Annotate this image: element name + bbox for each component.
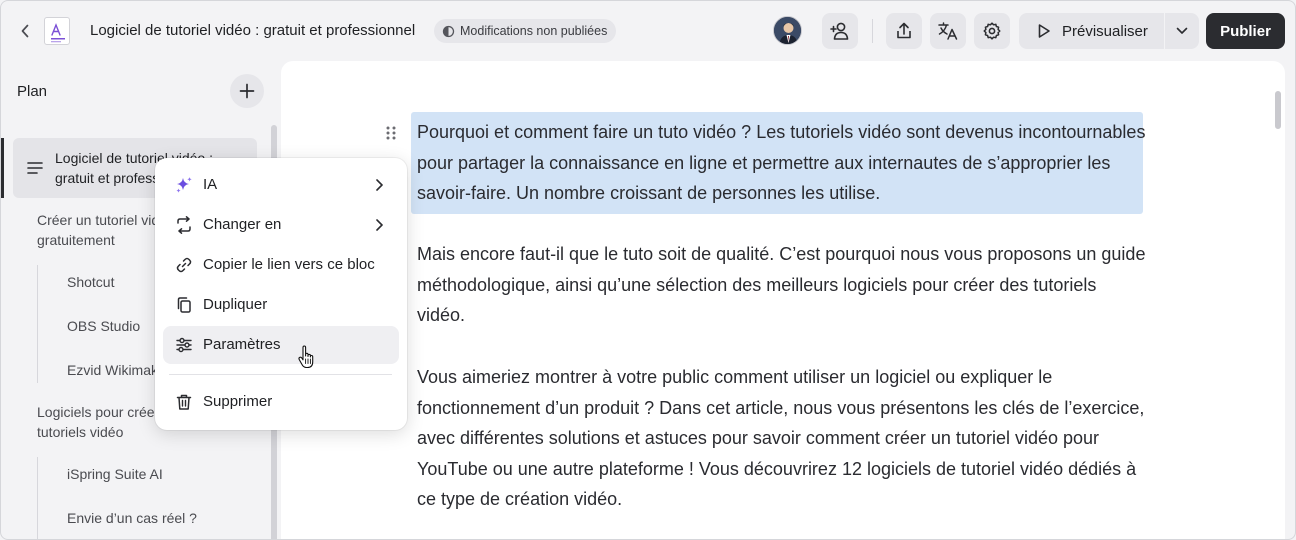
menu-item-supprimer[interactable]: Supprimer [163, 383, 399, 421]
hand-pointer-icon [298, 345, 314, 369]
sliders-icon [176, 337, 192, 353]
menu-item-copy-link-label: Copier le lien vers ce bloc [203, 256, 375, 273]
preview-options-button[interactable] [1165, 13, 1199, 49]
back-icon [21, 24, 29, 38]
settings-button[interactable] [974, 13, 1010, 49]
translate-button[interactable] [930, 13, 966, 49]
menu-divider [169, 374, 392, 375]
outline-nesting-line [37, 265, 38, 383]
preview-label: Prévisualiser [1062, 22, 1148, 40]
menu-item-copy-link[interactable]: Copier le lien vers ce bloc [163, 246, 399, 284]
outline-item-ispring[interactable]: iSpring Suite AI [67, 464, 163, 484]
duplicate-icon [177, 297, 191, 313]
document-icon [44, 17, 70, 45]
menu-item-parametres[interactable]: Paramètres [163, 326, 399, 364]
menu-item-parametres-label: Paramètres [203, 336, 281, 353]
outline-item-3-line2: tutoriels vidéo [37, 424, 124, 440]
paragraph-1[interactable]: Pourquoi et comment faire un tuto vidéo … [417, 117, 1147, 209]
gear-icon [983, 22, 1001, 40]
toolbar-divider [872, 19, 873, 43]
menu-item-supprimer-label: Supprimer [203, 393, 273, 410]
paragraph-2[interactable]: Mais encore faut-il que le tuto soit de … [417, 239, 1147, 331]
menu-item-dupliquer-label: Dupliquer [203, 296, 268, 313]
sparkles-icon [176, 177, 192, 193]
back-button[interactable] [15, 21, 35, 41]
chevron-down-icon [1176, 27, 1188, 34]
add-person-icon [830, 22, 849, 40]
outline-item-cas-reel[interactable]: Envie d’un cas réel ? [67, 508, 197, 528]
share-upload-icon [897, 22, 911, 39]
app-window: Logiciel de tutoriel vidéo : gratuit et … [0, 0, 1296, 540]
outline-nesting-line [37, 457, 38, 539]
selection-indicator [1, 138, 4, 198]
outline-item-2-line2: gratuitement [37, 232, 115, 248]
chevron-right-icon [376, 219, 383, 231]
drag-handle-icon[interactable] [384, 125, 398, 141]
avatar[interactable] [773, 16, 802, 45]
link-icon [176, 257, 192, 273]
outline-item-obs[interactable]: OBS Studio [67, 316, 140, 336]
half-circle-icon [442, 25, 455, 37]
menu-item-ia[interactable]: IA [163, 166, 399, 204]
publish-button[interactable]: Publier [1206, 13, 1285, 49]
paragraph-3[interactable]: Vous aimeriez montrer à votre public com… [417, 362, 1147, 515]
sidebar-title: Plan [17, 83, 48, 100]
convert-icon [177, 216, 191, 234]
chevron-right-icon [376, 179, 383, 191]
menu-item-ia-label: IA [203, 176, 218, 193]
plus-icon [239, 83, 255, 99]
add-section-button[interactable] [230, 74, 264, 108]
block-context-menu: IA Changer en Copier le lien vers ce blo… [155, 158, 407, 430]
status-badge: Modifications non publiées [434, 19, 617, 43]
trash-icon [176, 394, 192, 410]
paragraph-lines-icon [27, 162, 43, 174]
preview-button[interactable]: Prévisualiser [1019, 13, 1164, 49]
translate-icon [938, 22, 958, 40]
share-button[interactable] [886, 13, 922, 49]
play-icon [1038, 24, 1050, 38]
menu-item-changer-en[interactable]: Changer en [163, 206, 399, 244]
editor-canvas[interactable]: Pourquoi et comment faire un tuto vidéo … [281, 61, 1285, 539]
menu-item-changer-en-label: Changer en [203, 216, 282, 233]
editor-scrollbar[interactable] [1275, 91, 1281, 129]
outline-item-shotcut[interactable]: Shotcut [67, 272, 114, 292]
top-bar: Logiciel de tutoriel vidéo : gratuit et … [1, 1, 1295, 61]
document-title: Logiciel de tutoriel vidéo : gratuit et … [90, 22, 416, 39]
invite-button[interactable] [822, 13, 858, 49]
status-badge-label: Modifications non publiées [460, 24, 608, 38]
menu-item-dupliquer[interactable]: Dupliquer [163, 286, 399, 324]
